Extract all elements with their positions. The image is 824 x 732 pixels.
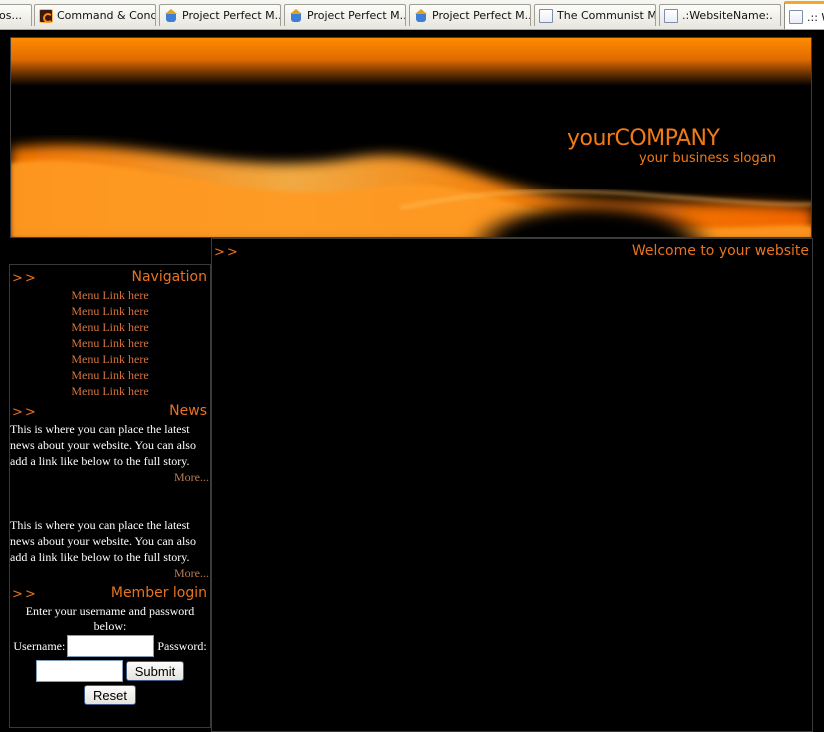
browser-tab[interactable]: Project Perfect M... — [159, 4, 281, 26]
browser-tab[interactable]: Command & Conq... — [34, 4, 156, 26]
navigation-heading: >> Navigation — [10, 265, 210, 287]
browser-tab[interactable]: os... — [0, 4, 32, 26]
password-field[interactable] — [35, 660, 123, 682]
news-item: This is where you can place the latest n… — [10, 517, 210, 581]
menu-link[interactable]: Menu Link here — [10, 287, 210, 303]
menu-link[interactable]: Menu Link here — [10, 383, 210, 399]
menu-link[interactable]: Menu Link here — [10, 351, 210, 367]
tab-label: .:: W — [807, 10, 824, 24]
navigation-title: Navigation — [131, 269, 207, 285]
arrows-marker: >> — [214, 245, 240, 260]
browser-tab-active[interactable]: .:: W — [784, 1, 824, 29]
login-instructions: Enter your username and password below: — [25, 604, 195, 633]
tab-label: .:WebsiteName:. — [682, 9, 773, 22]
news-text: This is where you can place the latest n… — [10, 518, 196, 564]
submit-button[interactable]: Submit — [125, 661, 185, 681]
username-label: Username: — [13, 638, 66, 653]
news-text: This is where you can place the latest n… — [10, 422, 196, 468]
navigation-menu: Menu Link here Menu Link here Menu Link … — [10, 287, 210, 399]
cnc-icon — [39, 8, 53, 23]
news-item: This is where you can place the latest n… — [10, 421, 210, 485]
main-content: >> Welcome to your website — [211, 238, 813, 732]
username-field[interactable] — [67, 635, 155, 657]
ppm-icon — [414, 8, 428, 23]
arrows-marker: >> — [12, 405, 38, 420]
browser-tab-bar: os... Command & Conq... Project Perfect … — [0, 0, 824, 30]
login-credentials-row: Username: Password: — [10, 635, 210, 657]
more-link[interactable]: More... — [10, 565, 210, 581]
tab-label: Project Perfect M... — [307, 9, 405, 22]
browser-tab[interactable]: Project Perfect M... — [284, 4, 406, 26]
arrows-marker: >> — [12, 271, 38, 286]
menu-link[interactable]: Menu Link here — [10, 303, 210, 319]
tab-label: The Communist M... — [557, 9, 655, 22]
more-link[interactable]: More... — [10, 469, 210, 485]
browser-tab[interactable]: Project Perfect M... — [409, 4, 531, 26]
news-heading: >> News — [10, 399, 210, 421]
news-title: News — [169, 403, 207, 419]
arrows-marker: >> — [12, 587, 38, 602]
company-name: yourCOMPANY — [567, 126, 720, 151]
page-icon — [789, 10, 803, 24]
tab-label: os... — [0, 9, 22, 22]
ppm-icon — [164, 8, 178, 23]
ppm-icon — [289, 8, 303, 23]
page-icon — [664, 8, 678, 23]
header-banner: yourCOMPANY your business slogan — [10, 37, 812, 238]
menu-link[interactable]: Menu Link here — [10, 367, 210, 383]
welcome-title: Welcome to your website — [631, 243, 809, 259]
sidebar: >> Navigation Menu Link here Menu Link h… — [9, 264, 211, 728]
menu-link[interactable]: Menu Link here — [10, 319, 210, 335]
tab-label: Project Perfect M... — [182, 9, 280, 22]
menu-link[interactable]: Menu Link here — [10, 335, 210, 351]
login-heading: >> Member login — [10, 581, 210, 603]
login-form: Enter your username and password below: … — [10, 604, 210, 705]
main-heading: >> Welcome to your website — [212, 239, 812, 261]
tab-label: Command & Conq... — [57, 9, 155, 22]
page-icon — [539, 8, 553, 23]
tab-label: Project Perfect M... — [432, 9, 530, 22]
browser-tab[interactable]: The Communist M... — [534, 4, 656, 26]
browser-tab[interactable]: .:WebsiteName:. — [659, 4, 781, 26]
company-slogan: your business slogan — [639, 151, 776, 166]
login-password-row: Submit — [10, 660, 210, 682]
login-reset-row: Reset — [10, 685, 210, 705]
login-title: Member login — [110, 585, 207, 601]
password-label: Password: — [157, 638, 207, 653]
reset-button[interactable]: Reset — [84, 685, 136, 705]
